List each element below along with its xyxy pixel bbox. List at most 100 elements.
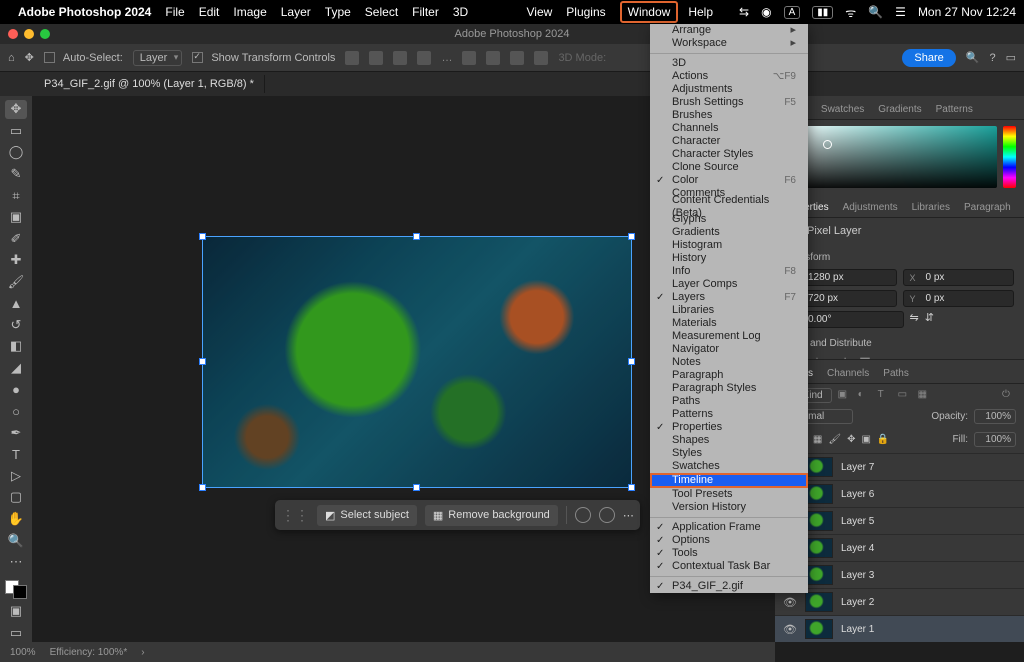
menu-item-layers[interactable]: ✓LayersF7 [650, 291, 808, 304]
transform-handle[interactable] [628, 484, 635, 491]
visibility-icon[interactable]: 👁 [783, 596, 797, 609]
stamp-tool[interactable]: ▲ [5, 294, 27, 313]
workspace-icon[interactable]: ▭ [1006, 51, 1016, 64]
lock-move-icon[interactable]: ✥ [847, 434, 855, 445]
menu-type[interactable]: Type [325, 5, 351, 19]
layer-name[interactable]: Layer 6 [841, 489, 1016, 500]
gradient-tool[interactable]: ◢ [5, 359, 27, 378]
search-icon[interactable]: 🔍 [966, 51, 980, 64]
menu-item-content-credentials-beta-[interactable]: Content Credentials (Beta) [650, 200, 808, 213]
menu-layer[interactable]: Layer [281, 5, 311, 19]
menu-filter[interactable]: Filter [412, 5, 439, 19]
brush-tool[interactable]: 🖌 [5, 273, 27, 292]
menu-item-notes[interactable]: Notes [650, 356, 808, 369]
frame-tool[interactable]: ▣ [5, 208, 27, 227]
move-tool-icon[interactable]: ✥ [25, 51, 34, 64]
layer-row[interactable]: 👁Layer 6 [775, 480, 1024, 507]
lock-trans-icon[interactable]: ▦ [813, 434, 822, 445]
menu-item-p34-gif-2-gif[interactable]: ✓P34_GIF_2.gif [650, 580, 808, 593]
screen-mode[interactable]: ▭ [5, 624, 27, 643]
menu-item-options[interactable]: ✓Options [650, 534, 808, 547]
status-chevron-icon[interactable]: › [141, 647, 144, 658]
layer-name[interactable]: Layer 4 [841, 543, 1016, 554]
menu-item-workspace[interactable]: Workspace▸ [650, 37, 808, 50]
align-icon-3[interactable] [393, 51, 407, 65]
menu-item-swatches[interactable]: Swatches [650, 460, 808, 473]
status-sync-icon[interactable]: ⇆ [739, 5, 749, 19]
status-clock[interactable]: Mon 27 Nov 12:24 [918, 5, 1016, 19]
menu-item-3d[interactable]: 3D [650, 57, 808, 70]
transform-handle[interactable] [199, 358, 206, 365]
filter-smart-icon[interactable]: ▦ [918, 389, 932, 403]
menu-item-glyphs[interactable]: Glyphs [650, 213, 808, 226]
quick-select-tool[interactable]: ✎ [5, 165, 27, 184]
menu-item-arrange[interactable]: Arrange▸ [650, 24, 808, 37]
ctx-icon-1[interactable] [575, 507, 591, 523]
menu-item-tools[interactable]: ✓Tools [650, 547, 808, 560]
tab-adjustments[interactable]: Adjustments [843, 202, 898, 217]
menu-select[interactable]: Select [365, 5, 398, 19]
eraser-tool[interactable]: ◧ [5, 337, 27, 356]
tab-paths[interactable]: Paths [883, 368, 909, 383]
hand-tool[interactable]: ✋ [5, 510, 27, 529]
auto-select-mode-select[interactable]: Layer [133, 50, 183, 66]
contextual-task-bar[interactable]: ⋮⋮ ◩Select subject ▦Remove background ⋯ [275, 500, 640, 530]
menu-item-materials[interactable]: Materials [650, 317, 808, 330]
layer-thumb[interactable] [805, 457, 833, 477]
edit-toolbar[interactable]: ⋯ [5, 553, 27, 572]
menu-item-layer-comps[interactable]: Layer Comps [650, 278, 808, 291]
menu-item-gradients[interactable]: Gradients [650, 226, 808, 239]
layer-row[interactable]: 👁Layer 1 [775, 615, 1024, 642]
zoom-level[interactable]: 100% [10, 647, 36, 658]
filter-adjust-icon[interactable]: ◐ [858, 389, 872, 403]
menu-plugins[interactable]: Plugins [566, 5, 605, 19]
menu-item-brushes[interactable]: Brushes [650, 109, 808, 122]
filter-toggle[interactable]: ⏻ [1002, 389, 1016, 403]
filter-type-icon[interactable]: T [878, 389, 892, 403]
menu-image[interactable]: Image [233, 5, 266, 19]
status-cc-icon[interactable]: ◉ [761, 5, 771, 19]
menu-item-properties[interactable]: ✓Properties [650, 421, 808, 434]
home-icon[interactable]: ⌂ [8, 52, 15, 64]
menu-help[interactable]: Help [688, 5, 713, 19]
layer-name[interactable]: Layer 3 [841, 570, 1016, 581]
dist-icon-1[interactable] [462, 51, 476, 65]
y-field[interactable]: Y0 px [903, 290, 1015, 307]
crop-tool[interactable]: ⌗ [5, 186, 27, 205]
tab-paragraph[interactable]: Paragraph [964, 202, 1011, 217]
color-field[interactable] [783, 126, 997, 188]
menu-item-timeline[interactable]: Timeline [650, 473, 808, 488]
ctx-icon-2[interactable] [599, 507, 615, 523]
menu-item-character[interactable]: Character [650, 135, 808, 148]
dist-icon-3[interactable] [510, 51, 524, 65]
select-subject-button[interactable]: ◩Select subject [317, 505, 417, 526]
history-brush-tool[interactable]: ↺ [5, 316, 27, 335]
canvas-image[interactable] [202, 236, 632, 488]
menu-item-color[interactable]: ✓ColorF6 [650, 174, 808, 187]
menu-item-paragraph-styles[interactable]: Paragraph Styles [650, 382, 808, 395]
lasso-tool[interactable]: ◯ [5, 143, 27, 162]
transform-handle[interactable] [628, 358, 635, 365]
zoom-tool[interactable]: 🔍 [5, 531, 27, 550]
eyedropper-tool[interactable]: ✐ [5, 229, 27, 248]
layer-name[interactable]: Layer 7 [841, 462, 1016, 473]
healing-tool[interactable]: ✚ [5, 251, 27, 270]
menu-item-paths[interactable]: Paths [650, 395, 808, 408]
layer-thumb[interactable] [805, 619, 833, 639]
layer-row[interactable]: 👁Layer 7 [775, 453, 1024, 480]
menu-item-info[interactable]: InfoF8 [650, 265, 808, 278]
menu-item-brush-settings[interactable]: Brush SettingsF5 [650, 96, 808, 109]
auto-select-checkbox[interactable] [44, 52, 55, 63]
transform-handle[interactable] [628, 233, 635, 240]
layer-row[interactable]: 👁Layer 4 [775, 534, 1024, 561]
status-battery-icon[interactable]: ▮▮ [812, 6, 833, 19]
menu-view[interactable]: View [526, 5, 552, 19]
menu-item-histogram[interactable]: Histogram [650, 239, 808, 252]
align-icon-1[interactable] [345, 51, 359, 65]
layer-row[interactable]: 👁Layer 3 [775, 561, 1024, 588]
ctx-more-icon[interactable]: ⋯ [623, 509, 634, 522]
dodge-tool[interactable]: ○ [5, 402, 27, 421]
type-tool[interactable]: T [5, 445, 27, 464]
status-a-box[interactable]: A [784, 6, 801, 19]
transform-handle[interactable] [413, 484, 420, 491]
